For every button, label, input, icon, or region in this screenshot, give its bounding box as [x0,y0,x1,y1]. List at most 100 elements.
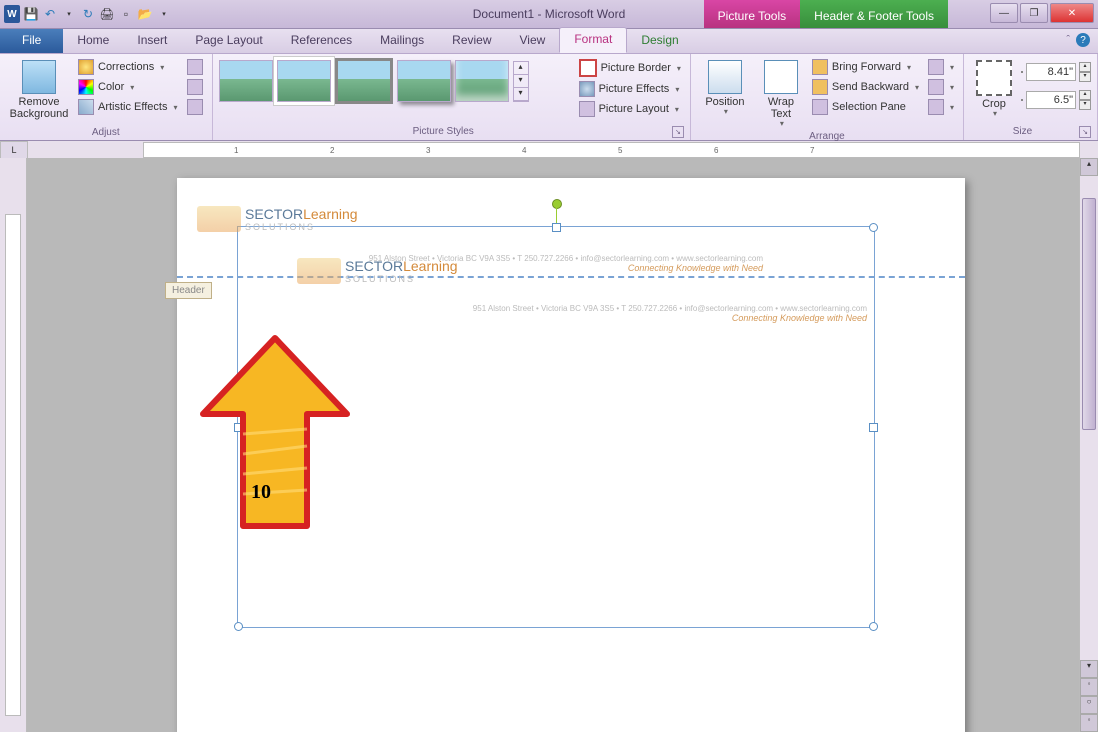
reset-picture-button[interactable] [184,98,206,116]
crop-button[interactable]: Crop▾ [970,58,1018,121]
artistic-effects-button[interactable]: Artistic Effects▾ [75,98,181,116]
tab-insert[interactable]: Insert [123,29,181,53]
tab-mailings[interactable]: Mailings [366,29,438,53]
position-button[interactable]: Position▾ [697,58,753,119]
window-controls: — ❐ ✕ [990,3,1094,23]
change-picture-button[interactable] [184,78,206,96]
vertical-ruler[interactable] [5,214,21,716]
picture-effects-button[interactable]: Picture Effects▾ [576,80,684,98]
browse-object-icon[interactable]: ○ [1080,696,1098,714]
rotation-handle[interactable] [552,199,562,209]
wrap-text-button[interactable]: Wrap Text▾ [756,58,806,131]
undo-dropdown-icon[interactable]: ▾ [61,6,77,22]
tab-page-layout[interactable]: Page Layout [181,29,276,53]
group-arrange: Position▾ Wrap Text▾ Bring Forward▾ Send… [691,54,964,140]
send-backward-button[interactable]: Send Backward▾ [809,78,922,96]
minimize-ribbon-icon[interactable]: ˆ [1066,34,1070,46]
ribbon: Remove Background Corrections▾ Color▾ Ar… [0,54,1098,141]
tab-design[interactable]: Design [627,29,692,53]
new-doc-icon[interactable]: ▫ [118,6,134,22]
tab-view[interactable]: View [506,29,560,53]
help-icon[interactable]: ? [1076,33,1090,47]
letterhead-logo-icon [197,206,241,232]
align-button[interactable]: ▾ [925,58,957,76]
vertical-scrollbar[interactable]: ▴ ▾ ◦ ○ ◦ [1079,158,1098,732]
letterhead-image-1: SECTORLearning SOLUTIONS [197,206,358,232]
bring-forward-icon [812,59,828,75]
width-input[interactable]: 6.5" [1026,91,1076,109]
tab-home[interactable]: Home [63,29,123,53]
size-launcher[interactable]: ↘ [1079,126,1091,138]
window-title: Document1 - Microsoft Word [473,7,626,21]
height-down-icon[interactable]: ▾ [1079,72,1091,82]
undo-icon[interactable]: ↶ [42,6,58,22]
picture-layout-button[interactable]: Picture Layout▾ [576,100,684,118]
minimize-button[interactable]: — [990,3,1018,23]
remove-background-button[interactable]: Remove Background [6,58,72,122]
style-thumb-1[interactable] [219,60,273,102]
picture-effects-icon [579,81,595,97]
corrections-icon [78,59,94,75]
group-size: Crop▾ 8.41" ▴▾ 6.5" ▴▾ Size↘ [964,54,1098,140]
rotate-button[interactable]: ▾ [925,98,957,116]
color-button[interactable]: Color▾ [75,78,181,96]
handle-sw[interactable] [234,622,243,631]
annotation-arrow: 10 [195,334,355,534]
save-icon[interactable]: 💾 [23,6,39,22]
ruler-tick: 4 [522,146,526,156]
picture-selection-box-inner[interactable] [715,226,873,626]
artistic-effects-icon [78,99,94,115]
ruler-tick: 5 [618,146,622,156]
scroll-down-icon[interactable]: ▾ [1080,660,1098,678]
tab-review[interactable]: Review [438,29,505,53]
style-thumb-4[interactable] [397,60,451,102]
document-canvas[interactable]: Header SECTORLearning SOLUTIONS 951 Alst… [27,158,1079,732]
close-button[interactable]: ✕ [1050,3,1094,23]
browse-next-icon[interactable]: ◦ [1080,714,1098,732]
width-up-icon[interactable]: ▴ [1079,90,1091,100]
print-preview-icon[interactable]: 🖨 [99,6,115,22]
word-app-icon[interactable]: W [4,6,20,22]
quick-access-toolbar: W 💾 ↶ ▾ ↻ 🖨 ▫ 📂 ▾ [0,6,172,22]
browse-prev-icon[interactable]: ◦ [1080,678,1098,696]
scroll-up-icon[interactable]: ▴ [1080,158,1098,176]
style-thumb-3[interactable] [335,58,393,104]
group-icon [928,79,944,95]
picture-styles-launcher[interactable]: ↘ [672,126,684,138]
group-button[interactable]: ▾ [925,78,957,96]
open-folder-icon[interactable]: 📂 [137,6,153,22]
horizontal-ruler[interactable]: 1234567 [143,142,1080,158]
style-thumb-2[interactable] [277,60,331,102]
tab-format[interactable]: Format [559,27,627,53]
style-thumb-5[interactable] [455,60,509,102]
bring-forward-button[interactable]: Bring Forward▾ [809,58,922,76]
header-region-tab[interactable]: Header [165,282,212,299]
redo-icon[interactable]: ↻ [80,6,96,22]
picture-tools-header: Picture Tools [704,0,800,28]
selection-pane-button[interactable]: Selection Pane [809,98,922,116]
scroll-thumb[interactable] [1082,198,1096,430]
compress-pictures-button[interactable] [184,58,206,76]
qat-customize-icon[interactable]: ▾ [156,6,172,22]
width-down-icon[interactable]: ▾ [1079,100,1091,110]
group-label-size: Size [1013,126,1032,137]
group-label-picture-styles: Picture Styles [413,126,474,137]
handle-n[interactable] [552,223,561,232]
gallery-more-icon[interactable]: ▾ [514,88,528,101]
document-area: Header SECTORLearning SOLUTIONS 951 Alst… [0,158,1098,732]
annotation-number: 10 [251,482,271,502]
width-field-row: 6.5" ▴▾ [1021,90,1091,110]
height-field-row: 8.41" ▴▾ [1021,62,1091,82]
height-input[interactable]: 8.41" [1026,63,1076,81]
height-up-icon[interactable]: ▴ [1079,62,1091,72]
position-icon [708,60,742,94]
file-tab[interactable]: File [0,29,63,53]
maximize-button[interactable]: ❐ [1020,3,1048,23]
picture-border-button[interactable]: Picture Border▾ [576,58,684,78]
corrections-button[interactable]: Corrections▾ [75,58,181,76]
gallery-up-icon[interactable]: ▴ [514,62,528,75]
ruler-tick: 7 [810,146,814,156]
tab-selector[interactable]: L [0,141,28,159]
gallery-down-icon[interactable]: ▾ [514,75,528,88]
tab-references[interactable]: References [277,29,366,53]
